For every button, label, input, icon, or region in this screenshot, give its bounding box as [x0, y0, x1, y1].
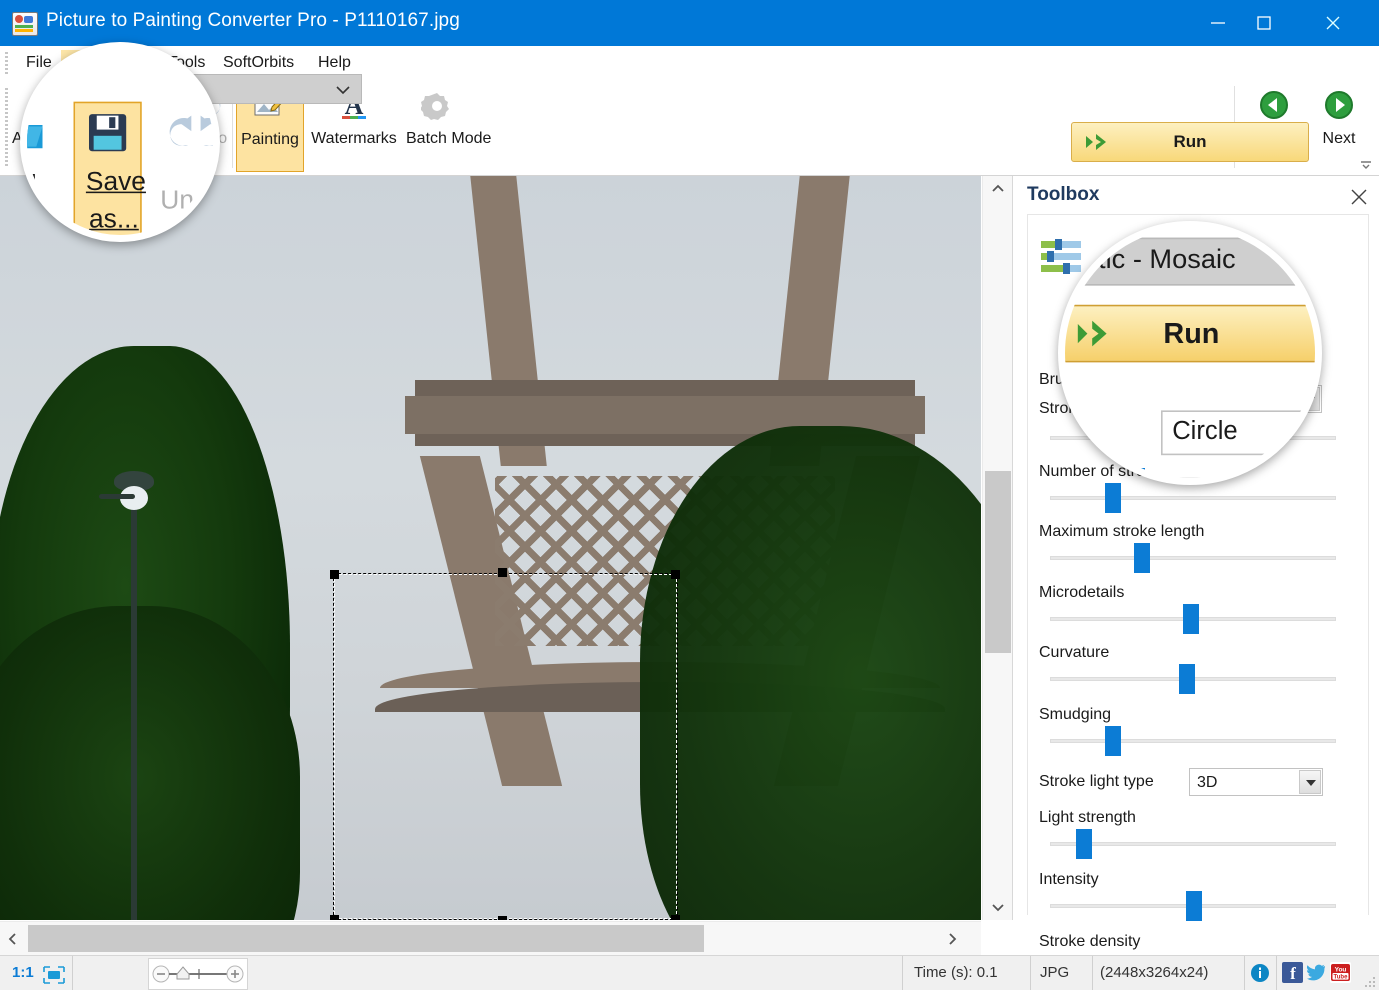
time-value: Time (s): 0.1: [914, 964, 998, 981]
zoom-slider-cell: [72, 956, 903, 990]
curvature-slider[interactable]: [1050, 668, 1336, 690]
stroke-light-type-dropdown[interactable]: 3D: [1189, 768, 1323, 796]
next-arrow-icon: [1324, 90, 1354, 124]
slider-thumb[interactable]: [1179, 664, 1195, 694]
stroke-light-type-chevron-icon[interactable]: [1299, 770, 1321, 794]
vertical-scroll-thumb[interactable]: [985, 471, 1011, 653]
canvas-vertical-scrollbar[interactable]: [982, 176, 1013, 920]
microdetails-slider[interactable]: [1050, 608, 1336, 630]
number-of-stroke-sizes-slider[interactable]: [1050, 487, 1336, 509]
info-cell[interactable]: [1244, 956, 1277, 990]
app-palette-icon: [12, 12, 38, 36]
title-bar: Picture to Painting Converter Pro - P111…: [0, 0, 1379, 46]
format-cell: JPG: [1030, 956, 1093, 990]
close-button[interactable]: [1287, 0, 1379, 46]
minimize-button[interactable]: [1195, 0, 1241, 46]
intensity-slider[interactable]: [1050, 895, 1336, 917]
selection-handle-bottom-center[interactable]: [498, 916, 507, 920]
format-value: JPG: [1040, 964, 1069, 981]
gear-icon: [421, 90, 453, 126]
dimensions-cell: (2448x3264x24): [1092, 956, 1245, 990]
maximize-button[interactable]: [1241, 0, 1287, 46]
maximum-stroke-length-label: Maximum stroke length: [1039, 523, 1204, 541]
stroke-light-type-value: 3D: [1197, 774, 1217, 791]
selection-handle-top-right[interactable]: [671, 570, 680, 579]
svg-text:Tube: Tube: [1334, 975, 1349, 981]
watermarks-label: Watermarks: [304, 130, 404, 147]
zoom-ratio-button[interactable]: 1:1: [12, 964, 34, 981]
slider-thumb[interactable]: [1105, 483, 1121, 513]
magnifier-toolbar: Add e(s)... Save as... Undo: [20, 42, 220, 242]
scroll-left-arrow[interactable]: [0, 922, 26, 956]
time-cell: Time (s): 0.1: [902, 956, 1031, 990]
scroll-down-arrow[interactable]: [983, 894, 1013, 920]
chevron-down-icon: [333, 75, 353, 116]
facebook-icon[interactable]: f: [1282, 962, 1303, 983]
run-button[interactable]: Run: [1071, 122, 1309, 162]
zoom-cell: 1:1: [0, 956, 73, 990]
svg-text:f: f: [1290, 964, 1296, 983]
toolbar-grip: [5, 88, 8, 166]
batch-mode-label: Batch Mode: [406, 130, 468, 147]
youtube-icon[interactable]: You Tube: [1330, 962, 1351, 983]
tree-foliage-right: [640, 426, 981, 920]
magnifier-toolbox: rtistic - Mosaic Pres Run Brush Stroke t…: [1058, 221, 1322, 485]
stroke-light-type-label: Stroke light type: [1039, 773, 1154, 791]
slider-thumb[interactable]: [1186, 891, 1202, 921]
svg-text:You: You: [1335, 967, 1347, 974]
slider-thumb[interactable]: [1134, 543, 1150, 573]
slider-track: [1050, 739, 1336, 743]
light-strength-label: Light strength: [1039, 809, 1136, 827]
curvature-label: Curvature: [1039, 644, 1109, 662]
zoom-slider[interactable]: [148, 958, 248, 990]
canvas-horizontal-scrollbar[interactable]: [0, 921, 981, 956]
smudging-label: Smudging: [1039, 706, 1111, 724]
toolbox-close-icon[interactable]: [1348, 186, 1370, 208]
previous-arrow-icon: [1259, 90, 1289, 124]
fit-to-window-icon[interactable]: [42, 965, 66, 983]
image-canvas[interactable]: [0, 176, 981, 920]
intensity-label: Intensity: [1039, 871, 1099, 889]
toolbox-title: Toolbox: [1027, 184, 1099, 206]
horizontal-scroll-thumb[interactable]: [28, 925, 704, 952]
painting-label: Painting: [237, 131, 303, 148]
microdetails-label: Microdetails: [1039, 584, 1124, 602]
slider-track: [1050, 842, 1336, 846]
run-label: Run: [1173, 132, 1206, 151]
batch-mode-button[interactable]: Batch Mode: [406, 82, 468, 170]
selection-handle-bottom-left[interactable]: [330, 915, 339, 920]
maximum-stroke-length-slider[interactable]: [1050, 547, 1336, 569]
selection-rectangle[interactable]: [334, 574, 677, 919]
info-icon[interactable]: [1250, 963, 1270, 988]
dimensions-value: (2448x3264x24): [1100, 964, 1208, 981]
slider-track: [1050, 556, 1336, 560]
scroll-up-arrow[interactable]: [983, 176, 1013, 202]
selection-handle-top-left[interactable]: [330, 570, 339, 579]
slider-thumb[interactable]: [1183, 604, 1199, 634]
application-window: Picture to Painting Converter Pro - P111…: [0, 0, 1379, 989]
street-lamp: [131, 476, 137, 920]
next-label: Next: [1308, 130, 1370, 147]
scroll-right-arrow[interactable]: [939, 922, 965, 956]
window-title: Picture to Painting Converter Pro - P111…: [46, 10, 460, 32]
slider-thumb[interactable]: [1105, 726, 1121, 756]
stroke-density-label: Stroke density: [1039, 933, 1140, 951]
status-bar: 1:1: [0, 955, 1379, 990]
menu-item-softorbits[interactable]: SoftOrbits: [215, 50, 302, 76]
next-button[interactable]: Next: [1308, 82, 1370, 170]
slider-track: [1050, 496, 1336, 500]
smudging-slider[interactable]: [1050, 730, 1336, 752]
menu-grip: [5, 52, 8, 74]
selection-handle-top-center[interactable]: [498, 568, 507, 577]
menu-item-help[interactable]: Help: [310, 50, 359, 76]
toolbar-overflow-icon-2[interactable]: [1359, 158, 1373, 170]
light-strength-slider[interactable]: [1050, 833, 1336, 855]
selection-handle-bottom-right[interactable]: [671, 915, 680, 920]
twitter-icon[interactable]: [1306, 962, 1327, 983]
slider-thumb[interactable]: [1076, 829, 1092, 859]
resize-grip[interactable]: [1364, 975, 1376, 987]
